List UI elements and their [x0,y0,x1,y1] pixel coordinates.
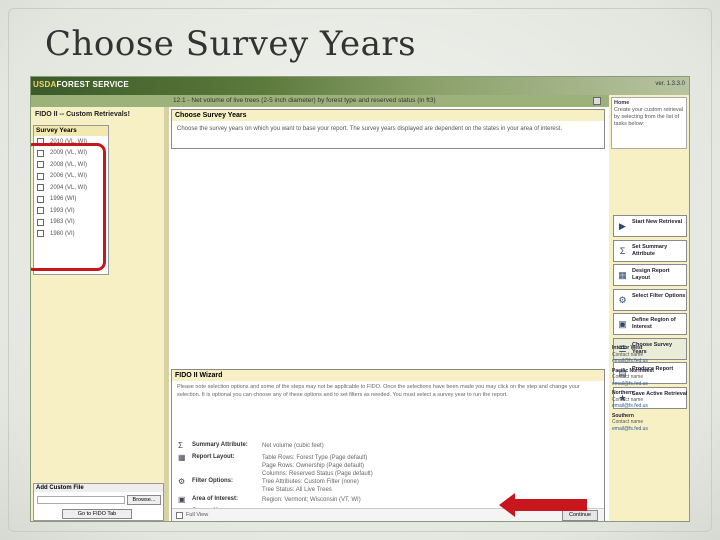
wizard-row-icon: Σ [178,441,183,450]
nav-button[interactable]: ⚙ Select Filter Options [613,288,687,311]
custom-file-input[interactable] [37,496,125,504]
app-banner: USDAFOREST SERVICE ver. 1.3.3.0 [31,77,689,95]
wizard-title: FIDO II Wizard [172,370,604,381]
wizard-row-value: Net volume (cubic feet) [262,443,324,449]
app-screenshot: USDAFOREST SERVICE ver. 1.3.3.0 FIDO II … [30,76,690,522]
help-text: Create your custom retrieval by selectin… [614,107,684,127]
contact-entry: Pacific Northwest Contact name email@fs.fe… [612,368,688,388]
nav-button[interactable]: ▦ Design Report Layout [613,264,687,286]
add-custom-file-title: Add Custom File [34,484,163,492]
contact-email[interactable]: email@fs.fed.us [612,426,688,433]
contact-email[interactable]: email@fs.fed.us [612,403,688,410]
full-view-checkbox[interactable] [176,512,183,519]
wizard-row-icon: ⚙ [178,477,186,486]
nav-button-label: Set Summary Attribute [632,243,668,257]
choose-years-instructions: Choose the survey years on which you wan… [177,126,563,132]
wizard-row-value: Table Rows: Forest Type (Page default) P… [262,455,373,477]
wizard-row-label[interactable]: Report Layout: [192,454,235,460]
nav-button-label: Start New Retrieval [632,219,683,225]
contact-entry: Southern Contact name email@fs.fed.us [612,413,688,433]
contact-entry: Interior West Contact name email@fs.fed.us [612,345,688,365]
nav-button-icon: ▦ [618,270,627,280]
right-panel: Home Create your custom retrieval by sel… [609,95,689,521]
nav-button-label: Define Region of Interest [632,317,676,330]
wizard-row-icon: ▦ [178,453,186,462]
contact-entry: Northern Contact name email@fs.fed.us [612,390,688,410]
nav-button-icon: ▣ [618,319,627,329]
nav-button[interactable]: ▶ Start New Retrieval [613,215,687,237]
wizard-row-value: Region: Vermont; Wisconsin (VT, WI) [262,497,361,503]
wizard-row-label[interactable]: Area of Interest: [192,496,238,502]
nav-button-label: Select Filter Options [632,292,686,299]
wizard-row-value: Tree Attributes: Custom Filter (none) Tr… [262,479,359,493]
survey-years-header: Survey Years [34,126,108,136]
go-to-fido-button[interactable]: Go to FIDO Tab [62,509,132,519]
contact-email[interactable]: email@fs.fed.us [612,358,688,365]
close-icon[interactable] [593,97,601,105]
nav-button[interactable]: Σ Set Summary Attribute [613,239,687,262]
nav-button-label: Design Report Layout [632,268,670,281]
full-view-label: Full View [186,512,209,518]
choose-years-pane: Choose Survey Years Choose the survey ye… [171,109,605,149]
contacts-list: Interior West Contact name email@fs.fed.us… [609,345,689,435]
left-panel-title: FIDO II -- Custom Retrievals! [35,111,130,118]
wizard-intro: Please note selection options and some o… [177,384,580,398]
help-title: Home [614,100,630,106]
report-title: 12.1 - Net volume of live trees (2-5 inc… [173,97,436,104]
browse-button[interactable]: Browse... [127,495,161,505]
red-arrow-icon [499,493,587,517]
wizard-row-label[interactable]: Summary Attribute: [192,442,248,448]
red-highlight-box [31,143,106,271]
main-content: 12.1 - Net volume of live trees (2-5 inc… [171,95,605,521]
slide-title: Choose Survey Years [45,24,417,64]
add-custom-file-panel: Add Custom File Browse... Go to FIDO Tab [33,483,164,521]
nav-button-icon: ▶ [619,221,626,231]
help-box: Home Create your custom retrieval by sel… [611,97,687,149]
nav-button[interactable]: ▣ Define Region of Interest [613,313,687,335]
wizard-row-icon: ▣ [178,495,186,504]
choose-years-pane-title: Choose Survey Years [172,110,604,121]
wizard-row-label[interactable]: Filter Options: [192,478,233,484]
contact-email[interactable]: email@fs.fed.us [612,381,688,388]
nav-button-icon: ⚙ [618,294,627,305]
app-logo: USDAFOREST SERVICE [33,80,129,89]
nav-button-icon: Σ [619,245,626,256]
left-panel: FIDO II -- Custom Retrievals! Survey Yea… [31,107,169,521]
left-panel-scrollbar[interactable] [164,107,169,521]
app-version: ver. 1.3.3.0 [655,81,685,87]
